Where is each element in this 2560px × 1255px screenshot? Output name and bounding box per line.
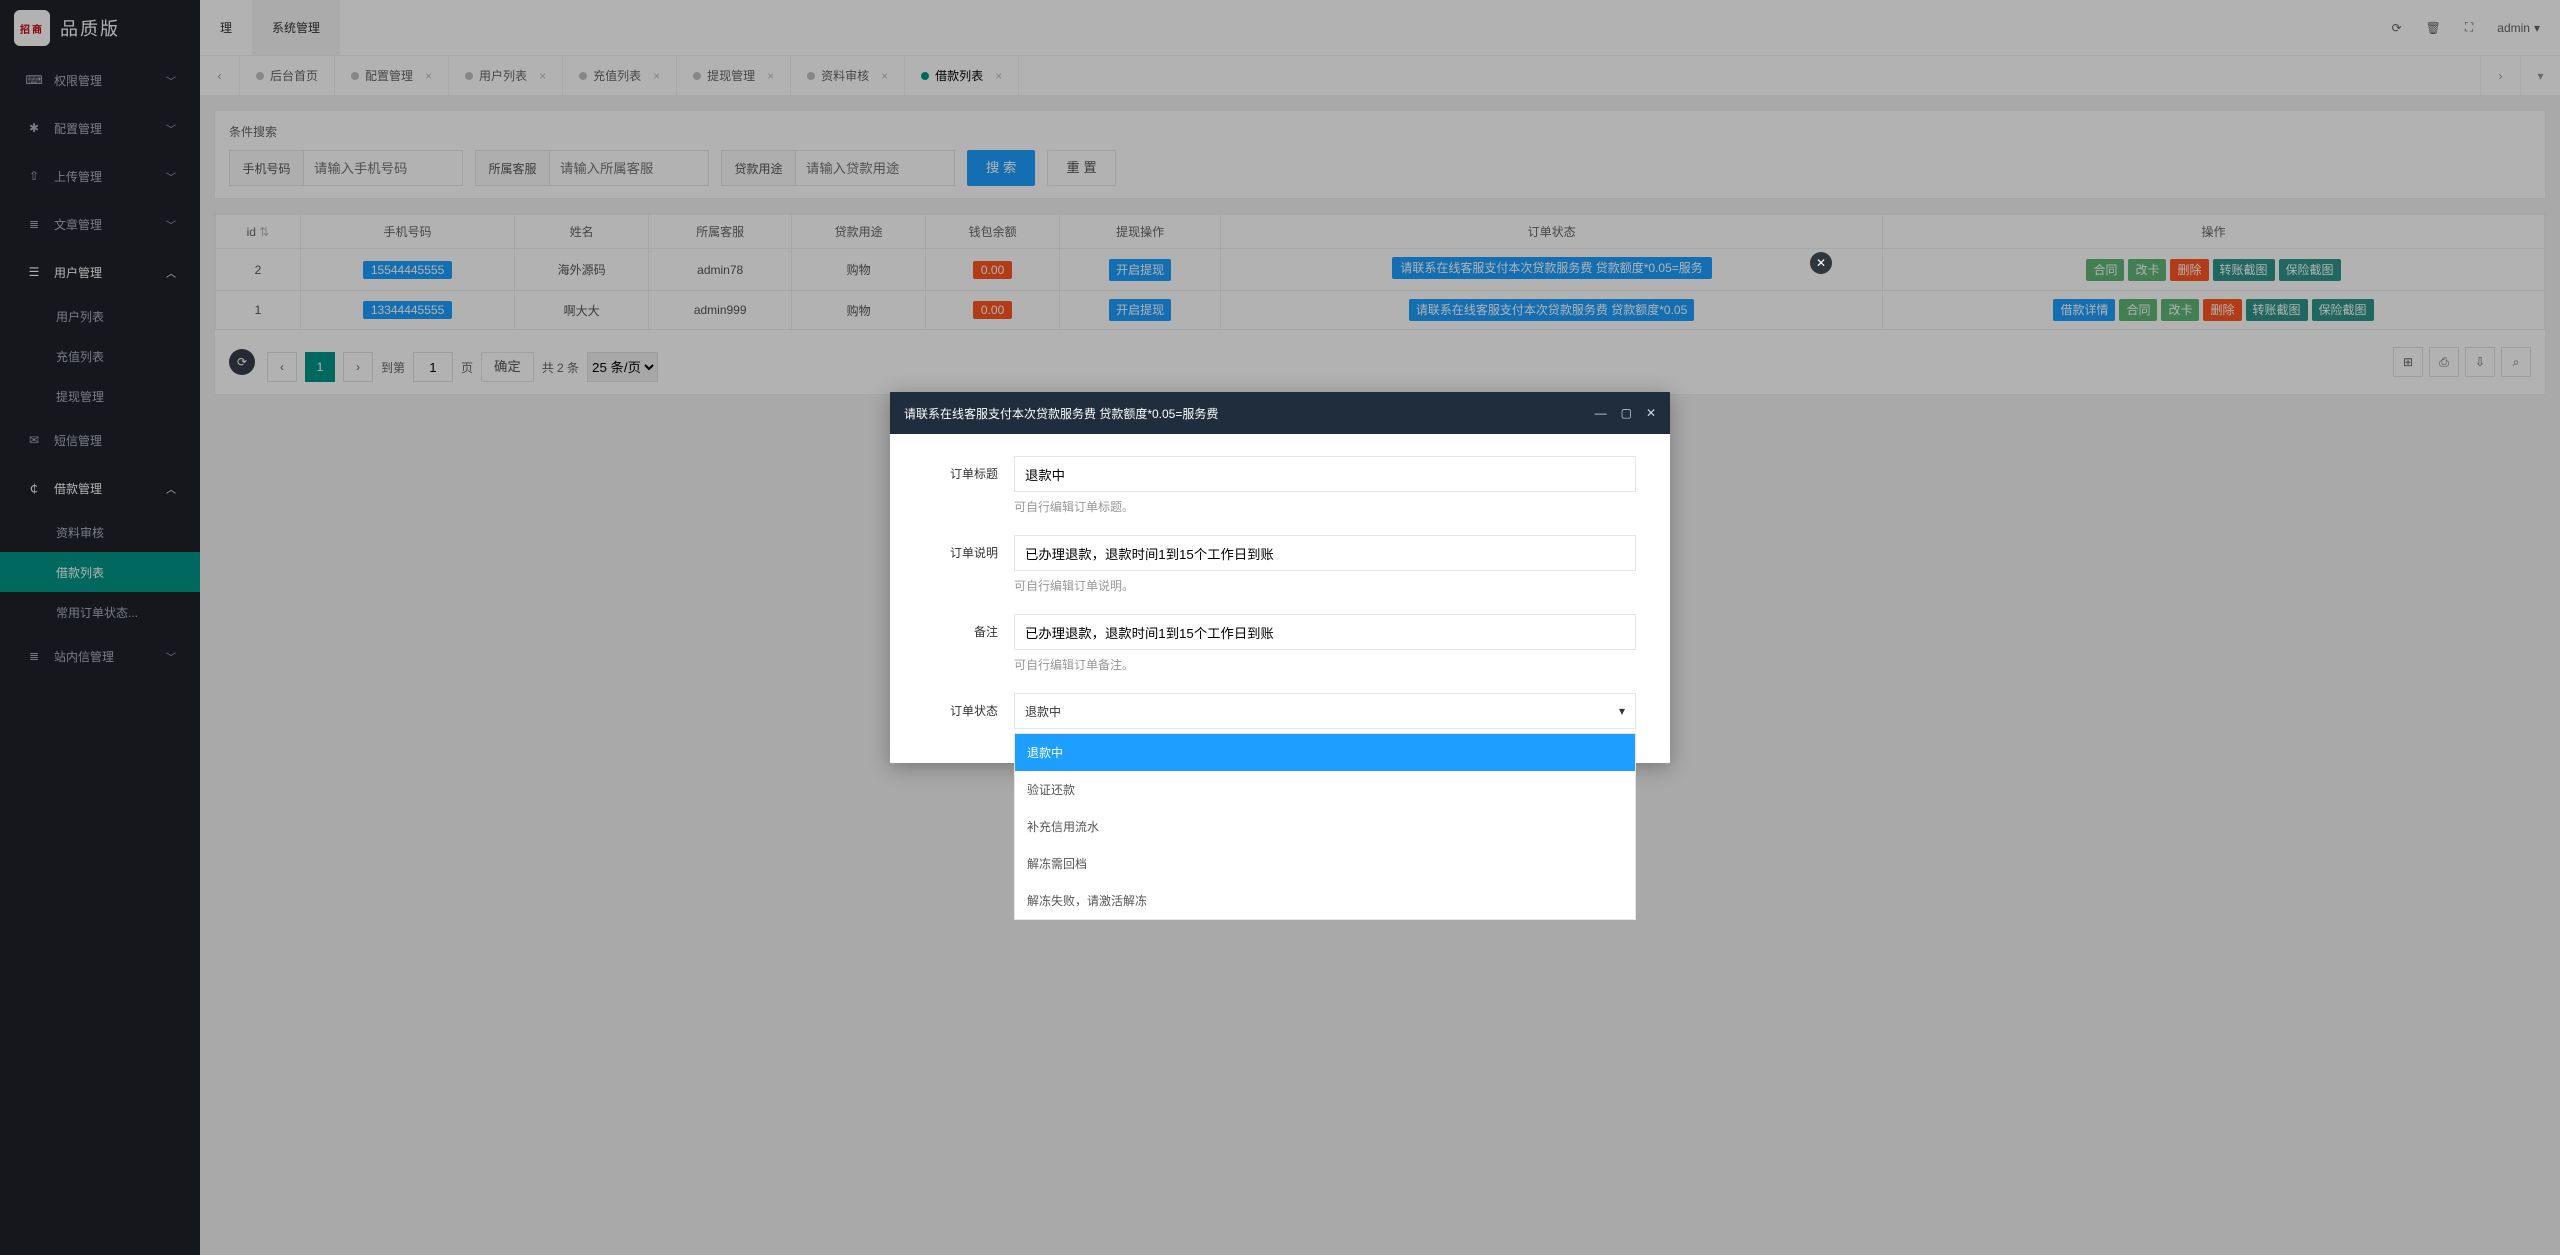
field-title-label: 订单标题 — [924, 456, 1014, 492]
status-dropdown: 退款中 验证还款 补充信用流水 解冻需回档 解冻失败，请激活解冻 — [1014, 733, 1636, 920]
field-status-label: 订单状态 — [924, 693, 1014, 729]
modal-minimize-button[interactable]: — — [1595, 406, 1607, 420]
field-desc-label: 订单说明 — [924, 535, 1014, 571]
chevron-down-icon: ▾ — [1619, 704, 1625, 718]
tour-close-button[interactable]: ✕ — [1810, 252, 1832, 274]
status-option[interactable]: 解冻需回档 — [1015, 845, 1635, 882]
field-remark-hint: 可自行编辑订单备注。 — [1014, 656, 1636, 673]
field-desc-input[interactable] — [1014, 535, 1636, 571]
modal-maximize-button[interactable]: ▢ — [1621, 406, 1632, 420]
modal-title: 请联系在线客服支付本次贷款服务费 贷款额度*0.05=服务费 — [904, 405, 1218, 422]
field-desc-hint: 可自行编辑订单说明。 — [1014, 577, 1636, 594]
status-option[interactable]: 退款中 — [1015, 734, 1635, 771]
modal-close-button[interactable]: ✕ — [1646, 406, 1656, 420]
order-status-modal: 请联系在线客服支付本次贷款服务费 贷款额度*0.05=服务费 — ▢ ✕ 订单标… — [890, 392, 1670, 763]
modal-header[interactable]: 请联系在线客服支付本次贷款服务费 贷款额度*0.05=服务费 — ▢ ✕ — [890, 392, 1670, 434]
status-select-value: 退款中 — [1025, 703, 1061, 720]
modal-body: 订单标题 可自行编辑订单标题。 订单说明 可自行编辑订单说明。 备注 可自行编辑… — [890, 434, 1670, 763]
field-remark-label: 备注 — [924, 614, 1014, 650]
status-option[interactable]: 验证还款 — [1015, 771, 1635, 808]
field-remark-input[interactable] — [1014, 614, 1636, 650]
status-select[interactable]: 退款中 ▾ — [1014, 693, 1636, 729]
field-title-input[interactable] — [1014, 456, 1636, 492]
status-option[interactable]: 补充信用流水 — [1015, 808, 1635, 845]
status-option[interactable]: 解冻失败，请激活解冻 — [1015, 882, 1635, 919]
field-title-hint: 可自行编辑订单标题。 — [1014, 498, 1636, 515]
